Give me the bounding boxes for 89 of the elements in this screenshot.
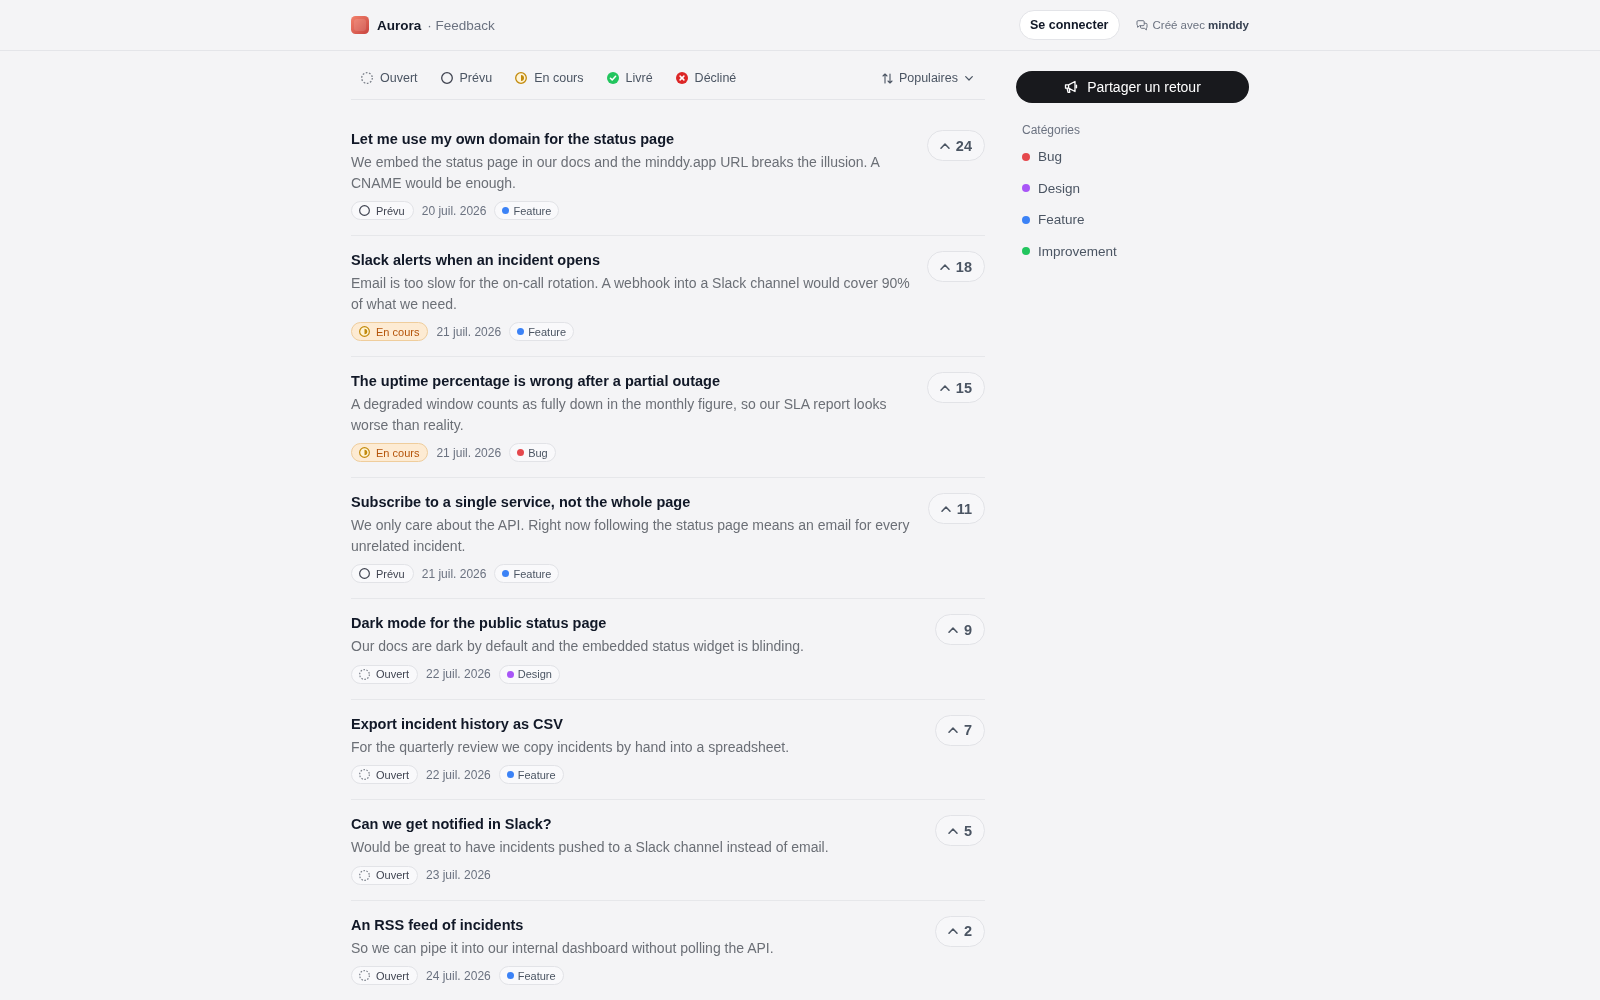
dashed-circle-icon: [359, 970, 370, 981]
post-date: 21 juil. 2026: [421, 566, 487, 581]
check-circle-icon: [606, 72, 619, 84]
categories-heading: Catégories: [1022, 122, 1082, 138]
made-with-link[interactable]: Créé avec minddy: [1135, 19, 1249, 31]
share-feedback-button[interactable]: Partager un retour: [1016, 71, 1249, 103]
post-description: We only care about the API. Right now following the status page means an email for every unrelated incident.: [351, 516, 911, 556]
post-title[interactable]: Dark mode for the public status page: [351, 613, 918, 633]
brand-name: Aurora: [377, 17, 422, 33]
status-label: Ouvert: [376, 969, 409, 982]
circle-icon: [440, 72, 453, 84]
post-description: A degraded window counts as fully down in the monthly figure, so our SLA report looks worse than reality.: [351, 395, 888, 435]
post-date: 22 juil. 2026: [426, 667, 491, 681]
megaphone-icon: [1064, 80, 1079, 94]
post-title[interactable]: Let me use my own domain for the status page: [351, 129, 918, 149]
post-description: So we can pipe it into our internal dashboard without polling the API.: [351, 938, 775, 958]
dashed-circle-icon: [361, 72, 373, 84]
upvote-button[interactable]: 7: [934, 714, 985, 746]
caret-up-icon: [947, 928, 958, 934]
x-circle-icon: [675, 72, 688, 84]
post-date: 23 juil. 2026: [426, 868, 491, 882]
login-button[interactable]: Se connecter: [1019, 10, 1120, 40]
post-title[interactable]: Export incident history as CSV: [351, 713, 918, 734]
upvote-button[interactable]: 18: [926, 251, 985, 282]
status-filter-tab[interactable]: Livré: [596, 66, 663, 90]
post-title[interactable]: An RSS feed of incidents: [351, 914, 918, 935]
sort-icon: [881, 72, 893, 84]
category-label: Feature: [517, 969, 556, 982]
dashed-circle-icon: [359, 769, 370, 780]
post-description: Our docs are dark by default and the embedded status widget is blinding.: [351, 637, 805, 656]
dashed-circle-icon: [359, 869, 370, 881]
category-link[interactable]: Feature: [1016, 204, 1085, 236]
half-circle-icon: [515, 72, 528, 84]
category-label: Bug: [528, 446, 548, 459]
post-description: Email is too slow for the on-call rotation. A webhook into a Slack channel would cover 90% of what we need.: [351, 274, 911, 314]
post-date: 21 juil. 2026: [436, 445, 502, 460]
sort-dropdown[interactable]: Populaires: [871, 66, 985, 90]
post-description: Would be great to have incidents pushed to a Slack channel instead of email.: [351, 838, 830, 857]
post-description: We embed the status page in our docs and the minddy.app URL breaks the illusion. A CNAME would be enough.: [351, 153, 881, 193]
status-filter-tab[interactable]: Décliné: [665, 66, 747, 90]
post-date: 24 juil. 2026: [426, 968, 491, 983]
upvote-button[interactable]: 15: [926, 372, 985, 403]
post-description: For the quarterly review we copy incidents by hand into a spreadsheet.: [351, 737, 791, 757]
half-circle-icon: [359, 326, 370, 337]
category-link[interactable]: Bug: [1016, 141, 1063, 173]
category-link[interactable]: Design: [1016, 172, 1081, 204]
caret-up-icon: [940, 505, 951, 512]
caret-up-icon: [939, 384, 950, 391]
status-filter-tab[interactable]: En cours: [505, 66, 594, 90]
status-label: Prévu: [376, 567, 405, 580]
post-title[interactable]: Can we get notified in Slack?: [351, 814, 918, 834]
upvote-button[interactable]: 11: [927, 493, 985, 524]
dashed-circle-icon: [359, 668, 370, 680]
half-circle-icon: [359, 447, 370, 458]
upvote-button[interactable]: 2: [934, 915, 985, 947]
caret-up-icon: [947, 827, 958, 834]
status-label: Ouvert: [376, 768, 409, 781]
upvote-button[interactable]: 24: [926, 130, 985, 161]
circle-icon: [359, 205, 370, 216]
caret-up-icon: [939, 263, 950, 270]
chat-bubbles-icon: [1135, 19, 1148, 31]
caret-up-icon: [947, 727, 958, 733]
post-date: 21 juil. 2026: [436, 324, 502, 339]
category-label: Design: [517, 668, 552, 680]
logo-icon: [351, 16, 369, 34]
circle-icon: [359, 568, 370, 579]
caret-up-icon: [947, 626, 958, 633]
category-label: Feature: [513, 567, 552, 580]
post-title[interactable]: Subscribe to a single service, not the whole page: [351, 492, 918, 512]
upvote-button[interactable]: 9: [934, 614, 985, 645]
post-date: 22 juil. 2026: [426, 767, 491, 782]
status-label: Ouvert: [376, 668, 409, 680]
status-label: Ouvert: [376, 869, 409, 881]
status-filter-tab[interactable]: Ouvert: [351, 66, 428, 90]
category-link[interactable]: Improvement: [1016, 235, 1117, 267]
status-label: Prévu: [376, 204, 405, 217]
post-title[interactable]: The uptime percentage is wrong after a partial outage: [351, 371, 918, 391]
category-label: Feature: [517, 768, 556, 781]
status-filter-tab[interactable]: Prévu: [430, 66, 503, 90]
upvote-button[interactable]: 5: [934, 815, 985, 846]
post-title[interactable]: Slack alerts when an incident opens: [351, 250, 918, 270]
chevron-down-icon: [965, 75, 973, 81]
category-label: Feature: [513, 204, 552, 217]
section-title: · Feedback: [427, 17, 495, 33]
caret-up-icon: [939, 142, 950, 149]
status-label: En cours: [376, 325, 420, 338]
status-label: En cours: [376, 446, 420, 459]
category-label: Feature: [528, 325, 567, 338]
post-date: 20 juil. 2026: [421, 203, 487, 218]
